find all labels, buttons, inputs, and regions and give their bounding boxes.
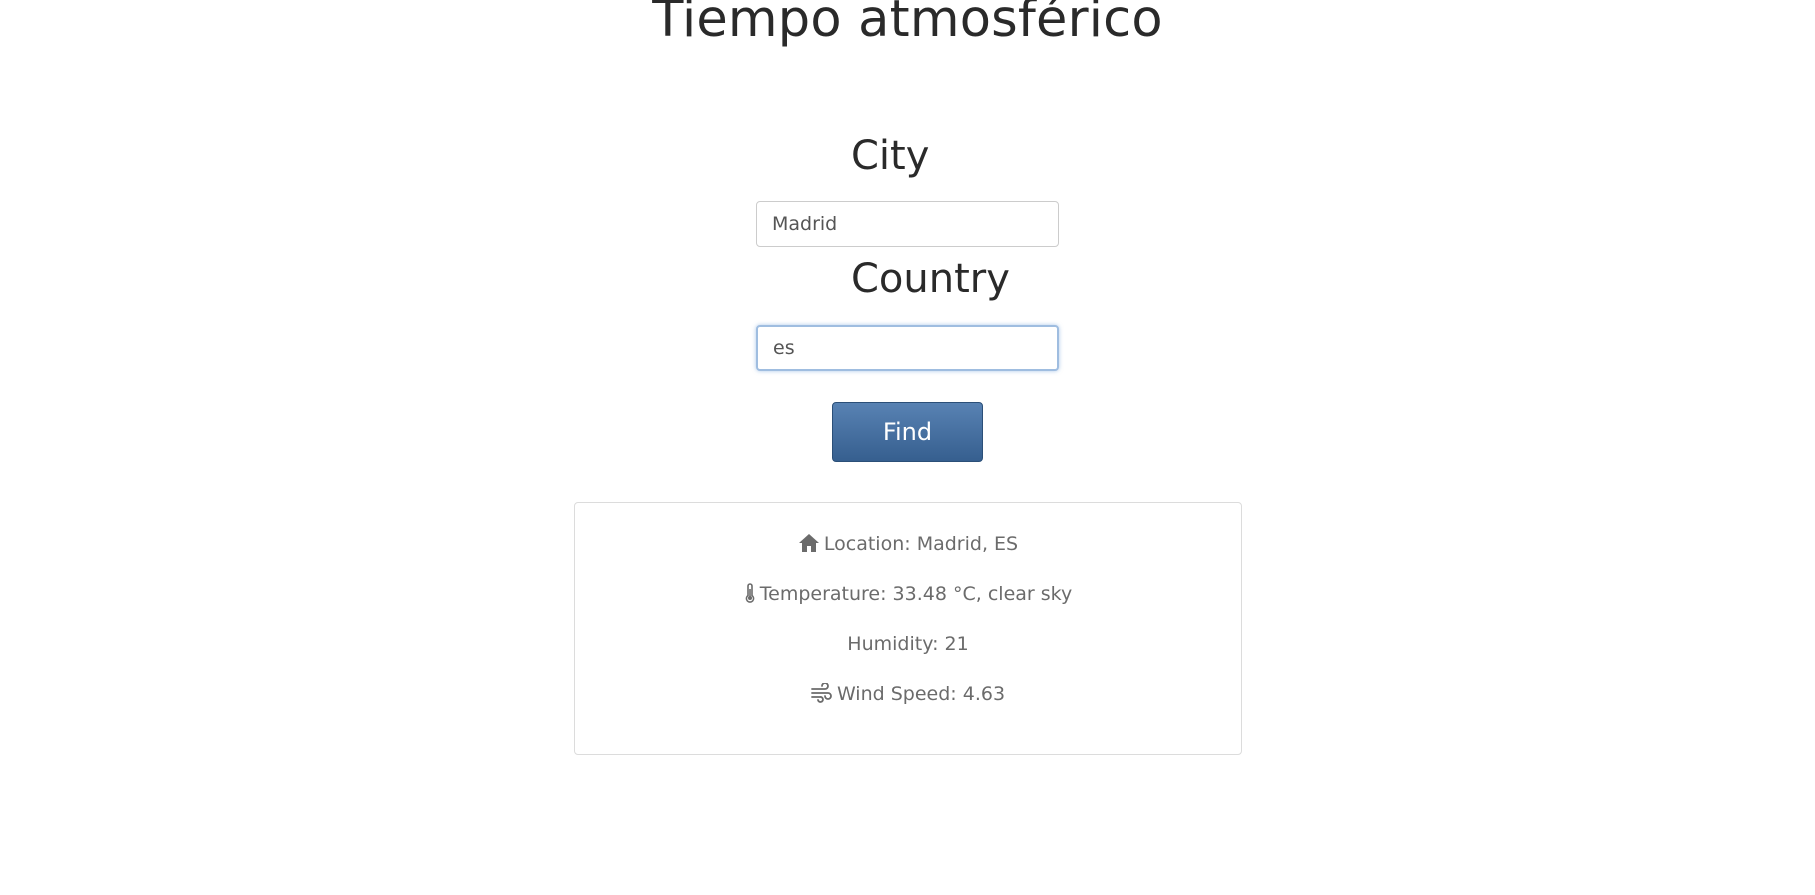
temperature-row: Temperature: 33.48 °C, clear sky (575, 583, 1241, 605)
country-label: Country (851, 256, 1010, 302)
city-input[interactable] (756, 201, 1059, 247)
temperature-text: Temperature: 33.48 °C, clear sky (759, 583, 1073, 605)
weather-page: Tiempo atmosférico City Country Find Loc… (0, 0, 1815, 895)
thermometer-icon (744, 583, 756, 603)
country-input[interactable] (756, 325, 1059, 371)
humidity-row: Humidity: 21 (575, 633, 1241, 655)
home-icon (798, 533, 820, 553)
page-title: Tiempo atmosférico (652, 0, 1163, 49)
wind-row: Wind Speed: 4.63 (575, 683, 1241, 705)
city-label: City (851, 133, 930, 179)
location-row: Location: Madrid, ES (575, 533, 1241, 555)
wind-text: Wind Speed: 4.63 (836, 683, 1006, 705)
location-text: Location: Madrid, ES (823, 533, 1019, 555)
humidity-text: Humidity: 21 (847, 633, 969, 655)
wind-icon (811, 683, 833, 703)
weather-result-panel: Location: Madrid, ES Temperature: 33.48 … (574, 502, 1242, 755)
find-button[interactable]: Find (832, 402, 983, 462)
